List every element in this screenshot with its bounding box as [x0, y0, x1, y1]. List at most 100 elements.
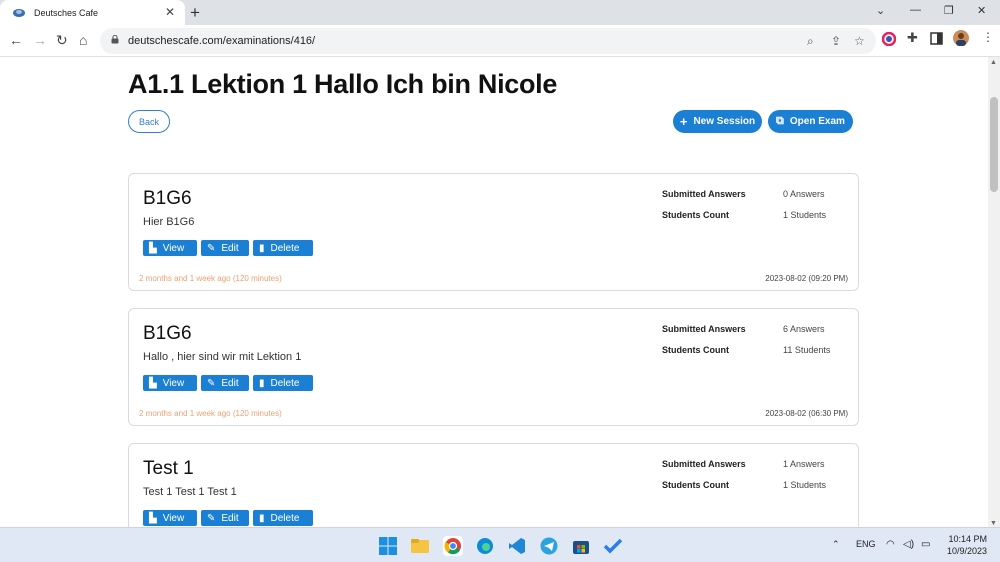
page-title: A1.1 Lektion 1 Hallo Ich bin Nicole	[128, 69, 558, 99]
clock-date: 10/9/2023	[946, 546, 987, 556]
session-title: Test 1	[143, 458, 194, 479]
external-link-icon: ⧉	[776, 115, 784, 127]
submitted-answers-label: Submitted Answers	[662, 189, 746, 199]
todo-check-icon[interactable]	[603, 536, 623, 556]
forward-arrow-icon[interactable]: →	[33, 32, 47, 48]
extensions-puzzle-icon[interactable]: ✚	[907, 30, 918, 46]
session-date: 2023-08-02 (09:20 PM)	[765, 274, 848, 283]
session-title: B1G6	[143, 188, 192, 209]
door-icon: ▙	[149, 512, 157, 524]
side-panel-icon[interactable]	[930, 32, 943, 45]
door-icon: ▙	[149, 377, 157, 389]
session-actions: ▙ View ✎ Edit ▮ Delete	[143, 510, 313, 526]
session-actions: ▙ View ✎ Edit ▮ Delete	[143, 375, 313, 391]
volume-icon[interactable]: ◁)	[903, 539, 914, 550]
edge-icon[interactable]	[475, 536, 495, 556]
close-tab-icon[interactable]: ✕	[165, 5, 175, 19]
lock-icon	[111, 35, 119, 44]
view-button[interactable]: ▙ View	[143, 375, 197, 391]
url-text: deutschescafe.com/examinations/416/	[128, 35, 316, 47]
reload-icon[interactable]: ↻	[56, 32, 68, 49]
browser-toolbar: ← → ↻ ⌂ deutschescafe.com/examinations/4…	[0, 25, 1000, 57]
edit-label: Edit	[221, 242, 239, 254]
bookmark-star-icon[interactable]: ☆	[854, 34, 865, 48]
trash-icon: ▮	[259, 242, 265, 254]
cafe-favicon-icon	[13, 8, 25, 17]
edit-label: Edit	[221, 377, 239, 389]
delete-label: Delete	[270, 377, 300, 389]
tab-title: Deutsches Cafe	[34, 7, 99, 18]
minimize-icon[interactable]: —	[910, 4, 921, 16]
windows-start-icon[interactable]	[378, 536, 398, 556]
home-icon[interactable]: ⌂	[79, 32, 87, 48]
edit-button[interactable]: ✎ Edit	[201, 375, 249, 391]
plus-icon: +	[679, 114, 688, 129]
language-indicator[interactable]: ENG	[856, 539, 876, 549]
color-extension-icon[interactable]	[882, 32, 896, 46]
window-close-icon[interactable]: ✕	[977, 4, 986, 17]
system-clock[interactable]: 10:14 PM 10/9/2023	[947, 533, 987, 557]
open-exam-label: Open Exam	[789, 116, 845, 127]
view-button[interactable]: ▙ View	[143, 240, 197, 256]
microsoft-store-icon[interactable]	[571, 536, 591, 556]
session-card: Test 1 Test 1 Test 1 Test 1 Submitted An…	[128, 443, 859, 527]
file-explorer-icon[interactable]	[410, 536, 430, 556]
new-session-button[interactable]: + New Session	[673, 110, 762, 133]
pencil-icon: ✎	[207, 512, 216, 524]
vscode-icon[interactable]	[507, 536, 527, 556]
session-card: B1G6 Hier B1G6 Submitted Answers 0 Answe…	[128, 173, 859, 291]
submitted-answers-value: 1 Answers	[783, 459, 825, 469]
tab-search-icon[interactable]: ⌄	[876, 4, 885, 17]
session-date: 2023-08-02 (06:30 PM)	[765, 409, 848, 418]
back-arrow-icon[interactable]: ←	[9, 32, 23, 48]
session-description: Hallo , hier sind wir mit Lektion 1	[143, 351, 302, 363]
view-button[interactable]: ▙ View	[143, 510, 197, 526]
time-ago: 2 months and 1 week ago (120 minutes)	[139, 409, 282, 418]
tray-chevron-icon[interactable]: ⌃	[832, 539, 840, 550]
delete-label: Delete	[270, 512, 300, 524]
page-content: A1.1 Lektion 1 Hallo Ich bin Nicole Back…	[0, 57, 988, 527]
submitted-answers-label: Submitted Answers	[662, 324, 746, 334]
students-count-value: 11 Students	[783, 345, 831, 355]
session-title: B1G6	[143, 323, 192, 344]
session-description: Test 1 Test 1 Test 1	[143, 486, 237, 498]
page-scrollbar[interactable]: ▲ ▼	[988, 57, 1000, 527]
kebab-menu-icon[interactable]: ⋮	[982, 30, 994, 44]
delete-label: Delete	[270, 242, 300, 254]
edit-button[interactable]: ✎ Edit	[201, 240, 249, 256]
chrome-icon[interactable]	[443, 536, 463, 556]
delete-button[interactable]: ▮ Delete	[253, 375, 313, 391]
address-bar[interactable]: deutschescafe.com/examinations/416/ ⌕ ⇪ …	[100, 28, 876, 54]
view-label: View	[162, 377, 185, 389]
zoom-icon[interactable]: ⌕	[807, 34, 814, 49]
scroll-down-arrow-icon[interactable]: ▼	[990, 520, 997, 527]
session-description: Hier B1G6	[143, 216, 195, 228]
view-label: View	[162, 512, 185, 524]
telegram-icon[interactable]	[539, 536, 559, 556]
session-actions: ▙ View ✎ Edit ▮ Delete	[143, 240, 313, 256]
delete-button[interactable]: ▮ Delete	[253, 510, 313, 526]
time-ago: 2 months and 1 week ago (120 minutes)	[139, 274, 282, 283]
open-exam-button[interactable]: ⧉ Open Exam	[768, 110, 853, 133]
profile-avatar-icon[interactable]	[953, 30, 969, 46]
clock-time: 10:14 PM	[948, 534, 987, 544]
scroll-up-arrow-icon[interactable]: ▲	[990, 59, 997, 66]
edit-button[interactable]: ✎ Edit	[201, 510, 249, 526]
trash-icon: ▮	[259, 377, 265, 389]
submitted-answers-label: Submitted Answers	[662, 459, 746, 469]
new-tab-icon[interactable]: +	[190, 3, 200, 23]
submitted-answers-value: 6 Answers	[783, 324, 825, 334]
scroll-thumb[interactable]	[990, 97, 998, 192]
battery-icon[interactable]: ▭	[921, 539, 930, 550]
browser-tab[interactable]: Deutsches Cafe ✕	[0, 0, 185, 25]
students-count-label: Students Count	[662, 345, 729, 355]
wifi-icon[interactable]: ◠	[886, 539, 895, 550]
pencil-icon: ✎	[207, 377, 216, 389]
back-button[interactable]: Back	[128, 110, 170, 133]
share-icon[interactable]: ⇪	[831, 34, 841, 48]
students-count-value: 1 Students	[783, 480, 827, 490]
session-card: B1G6 Hallo , hier sind wir mit Lektion 1…	[128, 308, 859, 426]
delete-button[interactable]: ▮ Delete	[253, 240, 313, 256]
restore-icon[interactable]: ❐	[944, 4, 954, 17]
new-session-label: New Session	[693, 116, 756, 127]
